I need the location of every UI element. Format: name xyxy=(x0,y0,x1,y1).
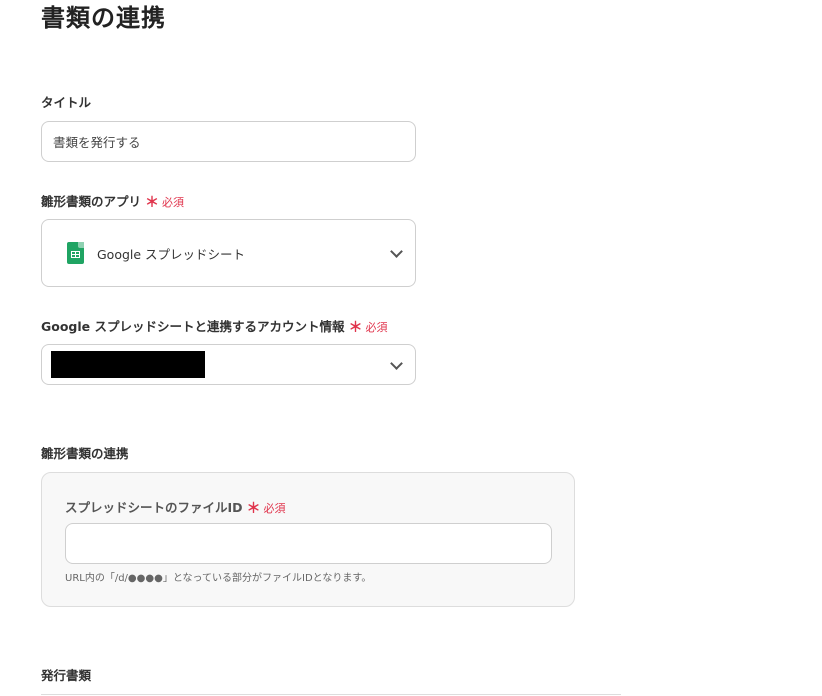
file-id-hint: URL内の「/d/●●●●」となっている部分がファイルIDとなります。 xyxy=(65,573,372,584)
divider xyxy=(41,694,621,695)
template-app-label-text: 雛形書類のアプリ xyxy=(41,194,142,209)
required-indicator: ＊必須 xyxy=(246,501,286,517)
account-select[interactable] xyxy=(41,344,416,385)
file-id-label: スプレッドシートのファイルID ＊必須 xyxy=(65,497,286,518)
template-app-select[interactable]: Google スプレッドシート xyxy=(41,219,416,287)
title-label: タイトル xyxy=(41,95,92,110)
chevron-down-icon xyxy=(390,245,403,258)
account-label-text: Google スプレッドシートと連携するアカウント情報 xyxy=(41,319,345,334)
template-app-selected-value: Google スプレッドシート xyxy=(97,246,246,262)
account-label: Google スプレッドシートと連携するアカウント情報＊必須 xyxy=(41,318,388,337)
required-star: ＊ xyxy=(348,320,363,336)
chevron-down-icon xyxy=(390,356,403,370)
required-indicator: ＊必須 xyxy=(145,195,185,211)
title-input[interactable]: 書類を発行する xyxy=(41,121,416,162)
template-link-panel: スプレッドシートのファイルID ＊必須 URL内の「/d/●●●●」となっている部… xyxy=(41,472,575,607)
template-link-section-label: 雛形書類の連携 xyxy=(41,446,129,461)
template-app-label: 雛形書類のアプリ＊必須 xyxy=(41,193,184,212)
redacted-account-value xyxy=(51,351,205,378)
page: 書類の連携 タイトル 書類を発行する 雛形書類のアプリ＊必須 Google スプ… xyxy=(0,0,822,696)
title-input-value: 書類を発行する xyxy=(53,135,141,150)
required-star: ＊ xyxy=(145,195,160,211)
google-sheets-icon xyxy=(67,242,84,264)
issued-doc-label: 発行書類 xyxy=(41,668,92,683)
page-title: 書類の連携 xyxy=(41,4,166,32)
file-id-label-text: スプレッドシートのファイルID xyxy=(65,500,243,515)
required-star: ＊ xyxy=(246,501,261,517)
required-text: 必須 xyxy=(162,196,185,209)
required-text: 必須 xyxy=(365,321,388,334)
required-indicator: ＊必須 xyxy=(348,320,388,336)
file-id-input[interactable] xyxy=(65,523,552,564)
required-text: 必須 xyxy=(263,502,286,515)
